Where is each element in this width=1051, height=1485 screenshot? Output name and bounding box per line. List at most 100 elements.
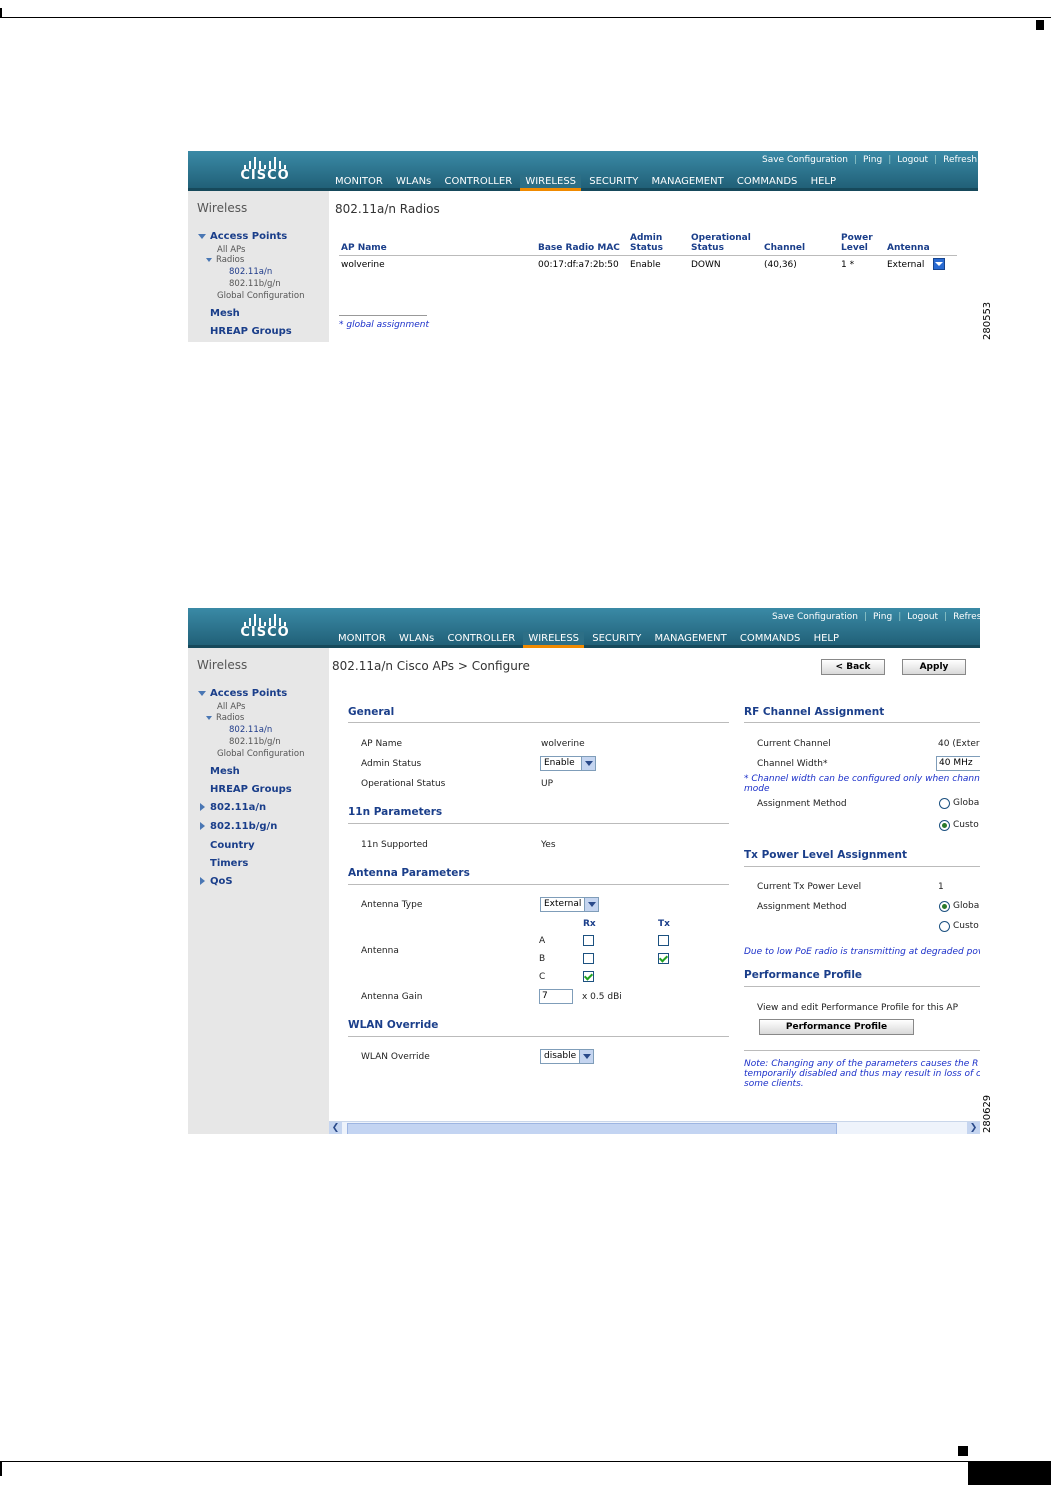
sidebar-item-global-config[interactable]: Global Configuration [217, 749, 304, 759]
sidebar-item-80211bgn[interactable]: 802.11b/g/n [229, 737, 281, 747]
sidebar-item-timers[interactable]: Timers [210, 858, 248, 869]
cell-mac: 00:17:df:a7:2b:50 [538, 260, 619, 270]
menu-monitor[interactable]: MONITOR [330, 175, 388, 191]
row-action-dropdown-icon[interactable] [933, 258, 945, 270]
cell-ap-name[interactable]: wolverine [341, 260, 385, 270]
top-links: Save Configuration | Ping | Logout | Refres [772, 612, 980, 622]
col-mac: Base Radio MAC [538, 243, 620, 253]
page-footer-corner-mark [0, 1462, 2, 1476]
ping-link[interactable]: Ping [863, 155, 882, 165]
tx-custom-radio[interactable] [939, 921, 950, 932]
section-wlan-override: WLAN Override [348, 1019, 439, 1031]
menu-commands[interactable]: COMMANDS [735, 632, 805, 648]
admin-status-select[interactable]: Enable [540, 756, 596, 771]
menu-help[interactable]: HELP [809, 632, 844, 648]
antenna-row-a: A [539, 936, 546, 946]
header-bar: CISCO Save Configuration | Ping | Logout | Ref… [188, 608, 980, 648]
rf-custom-radio[interactable] [939, 820, 950, 831]
chevron-down-icon [579, 1050, 593, 1063]
back-button[interactable]: < Back [821, 659, 885, 675]
change-note-1: Note: Changing any of the parameters cau… [744, 1059, 979, 1069]
configure-screenshot: CISCO Save Configuration | Ping | Logout | Ref… [188, 608, 980, 1134]
collapsed-icon [200, 877, 205, 885]
logout-link[interactable]: Logout [907, 612, 938, 622]
rf-custom-label: Custo [953, 820, 979, 830]
page-title: 802.11a/n Radios [335, 202, 440, 216]
menu-commands[interactable]: COMMANDS [732, 175, 802, 191]
sidebar-item-mesh[interactable]: Mesh [210, 308, 240, 319]
rx-c-checkbox[interactable] [583, 971, 594, 982]
tx-global-radio[interactable] [939, 901, 950, 912]
col-ap-name: AP Name [341, 243, 387, 253]
col-power-level: Power Level [841, 233, 873, 253]
menu-wireless[interactable]: WIRELESS [523, 632, 585, 648]
footnote: * global assignment [339, 320, 430, 330]
antenna-gain-label: Antenna Gain [361, 992, 423, 1002]
menu-management[interactable]: MANAGEMENT [650, 632, 732, 648]
current-channel-value: 40 (Exter [938, 739, 980, 749]
section-divider [744, 1050, 980, 1051]
menu-controller[interactable]: CONTROLLER [439, 175, 517, 191]
save-config-link[interactable]: Save Configuration [762, 155, 848, 165]
scrollbar-thumb[interactable] [347, 1123, 837, 1134]
cell-antenna: External [887, 260, 925, 270]
sidebar-item-80211an-group[interactable]: 802.11a/n [200, 802, 266, 813]
expand-icon [206, 715, 212, 720]
menu-wlans[interactable]: WLANs [391, 175, 436, 191]
sidebar-item-80211bgn[interactable]: 802.11b/g/n [229, 279, 281, 289]
menu-security[interactable]: SECURITY [584, 175, 643, 191]
antenna-gain-input[interactable]: 7 [539, 989, 573, 1004]
performance-profile-button[interactable]: Performance Profile [759, 1019, 914, 1035]
sidebar-item-access-points[interactable]: Access Points [198, 688, 287, 699]
sidebar-item-hreap[interactable]: HREAP Groups [210, 784, 292, 795]
refresh-link[interactable]: Refres [953, 612, 980, 622]
refresh-link[interactable]: Refresh [943, 155, 977, 165]
apply-button[interactable]: Apply [902, 659, 966, 675]
scroll-right-icon[interactable]: ❯ [967, 1122, 980, 1134]
save-config-link[interactable]: Save Configuration [772, 612, 858, 622]
menu-monitor[interactable]: MONITOR [333, 632, 391, 648]
section-divider [744, 866, 980, 867]
menu-controller[interactable]: CONTROLLER [442, 632, 520, 648]
section-general: General [348, 706, 395, 718]
rf-global-radio[interactable] [939, 798, 950, 809]
menu-help[interactable]: HELP [806, 175, 841, 191]
menu-management[interactable]: MANAGEMENT [647, 175, 729, 191]
tx-a-checkbox[interactable] [658, 935, 669, 946]
scroll-left-icon[interactable]: ❮ [329, 1122, 342, 1134]
antenna-type-label: Antenna Type [361, 900, 423, 910]
rx-b-checkbox[interactable] [583, 953, 594, 964]
sidebar-item-80211an[interactable]: 802.11a/n [229, 267, 272, 277]
sidebar-item-mesh[interactable]: Mesh [210, 766, 240, 777]
sidebar-item-all-aps[interactable]: All APs [217, 245, 245, 255]
ping-link[interactable]: Ping [873, 612, 892, 622]
sidebar-item-hreap[interactable]: HREAP Groups [210, 326, 292, 337]
antenna-type-select[interactable]: External [540, 897, 599, 912]
cell-oper-status: DOWN [691, 260, 721, 270]
sidebar-item-80211an[interactable]: 802.11a/n [229, 725, 272, 735]
menu-wireless[interactable]: WIRELESS [520, 175, 582, 191]
logout-link[interactable]: Logout [897, 155, 928, 165]
menu-wlans[interactable]: WLANs [394, 632, 439, 648]
horizontal-scrollbar[interactable]: ❮ ❯ [329, 1121, 980, 1134]
sidebar-item-qos[interactable]: QoS [200, 876, 233, 887]
11n-supported-label: 11n Supported [361, 840, 428, 850]
chevron-down-icon [581, 757, 595, 770]
sidebar-item-radios[interactable]: Radios [206, 713, 244, 723]
change-note-2: temporarily disabled and thus may result… [744, 1069, 980, 1079]
sidebar-item-global-config[interactable]: Global Configuration [217, 291, 304, 301]
menu-security[interactable]: SECURITY [587, 632, 646, 648]
sidebar-item-all-aps[interactable]: All APs [217, 702, 245, 712]
oper-status-label: Operational Status [361, 779, 446, 789]
tx-b-checkbox[interactable] [658, 953, 669, 964]
sidebar-item-80211bgn-group[interactable]: 802.11b/g/n [200, 821, 277, 832]
rx-a-checkbox[interactable] [583, 935, 594, 946]
channel-width-select[interactable]: 40 MHz [936, 756, 980, 771]
section-11n: 11n Parameters [348, 806, 443, 818]
wlan-override-select[interactable]: disable [540, 1049, 594, 1064]
tx-custom-label: Custo [953, 921, 979, 931]
sidebar-item-radios[interactable]: Radios [206, 255, 244, 265]
sidebar-item-access-points[interactable]: Access Points [198, 231, 287, 242]
sidebar-item-country[interactable]: Country [210, 840, 255, 851]
chevron-down-icon [584, 898, 598, 911]
